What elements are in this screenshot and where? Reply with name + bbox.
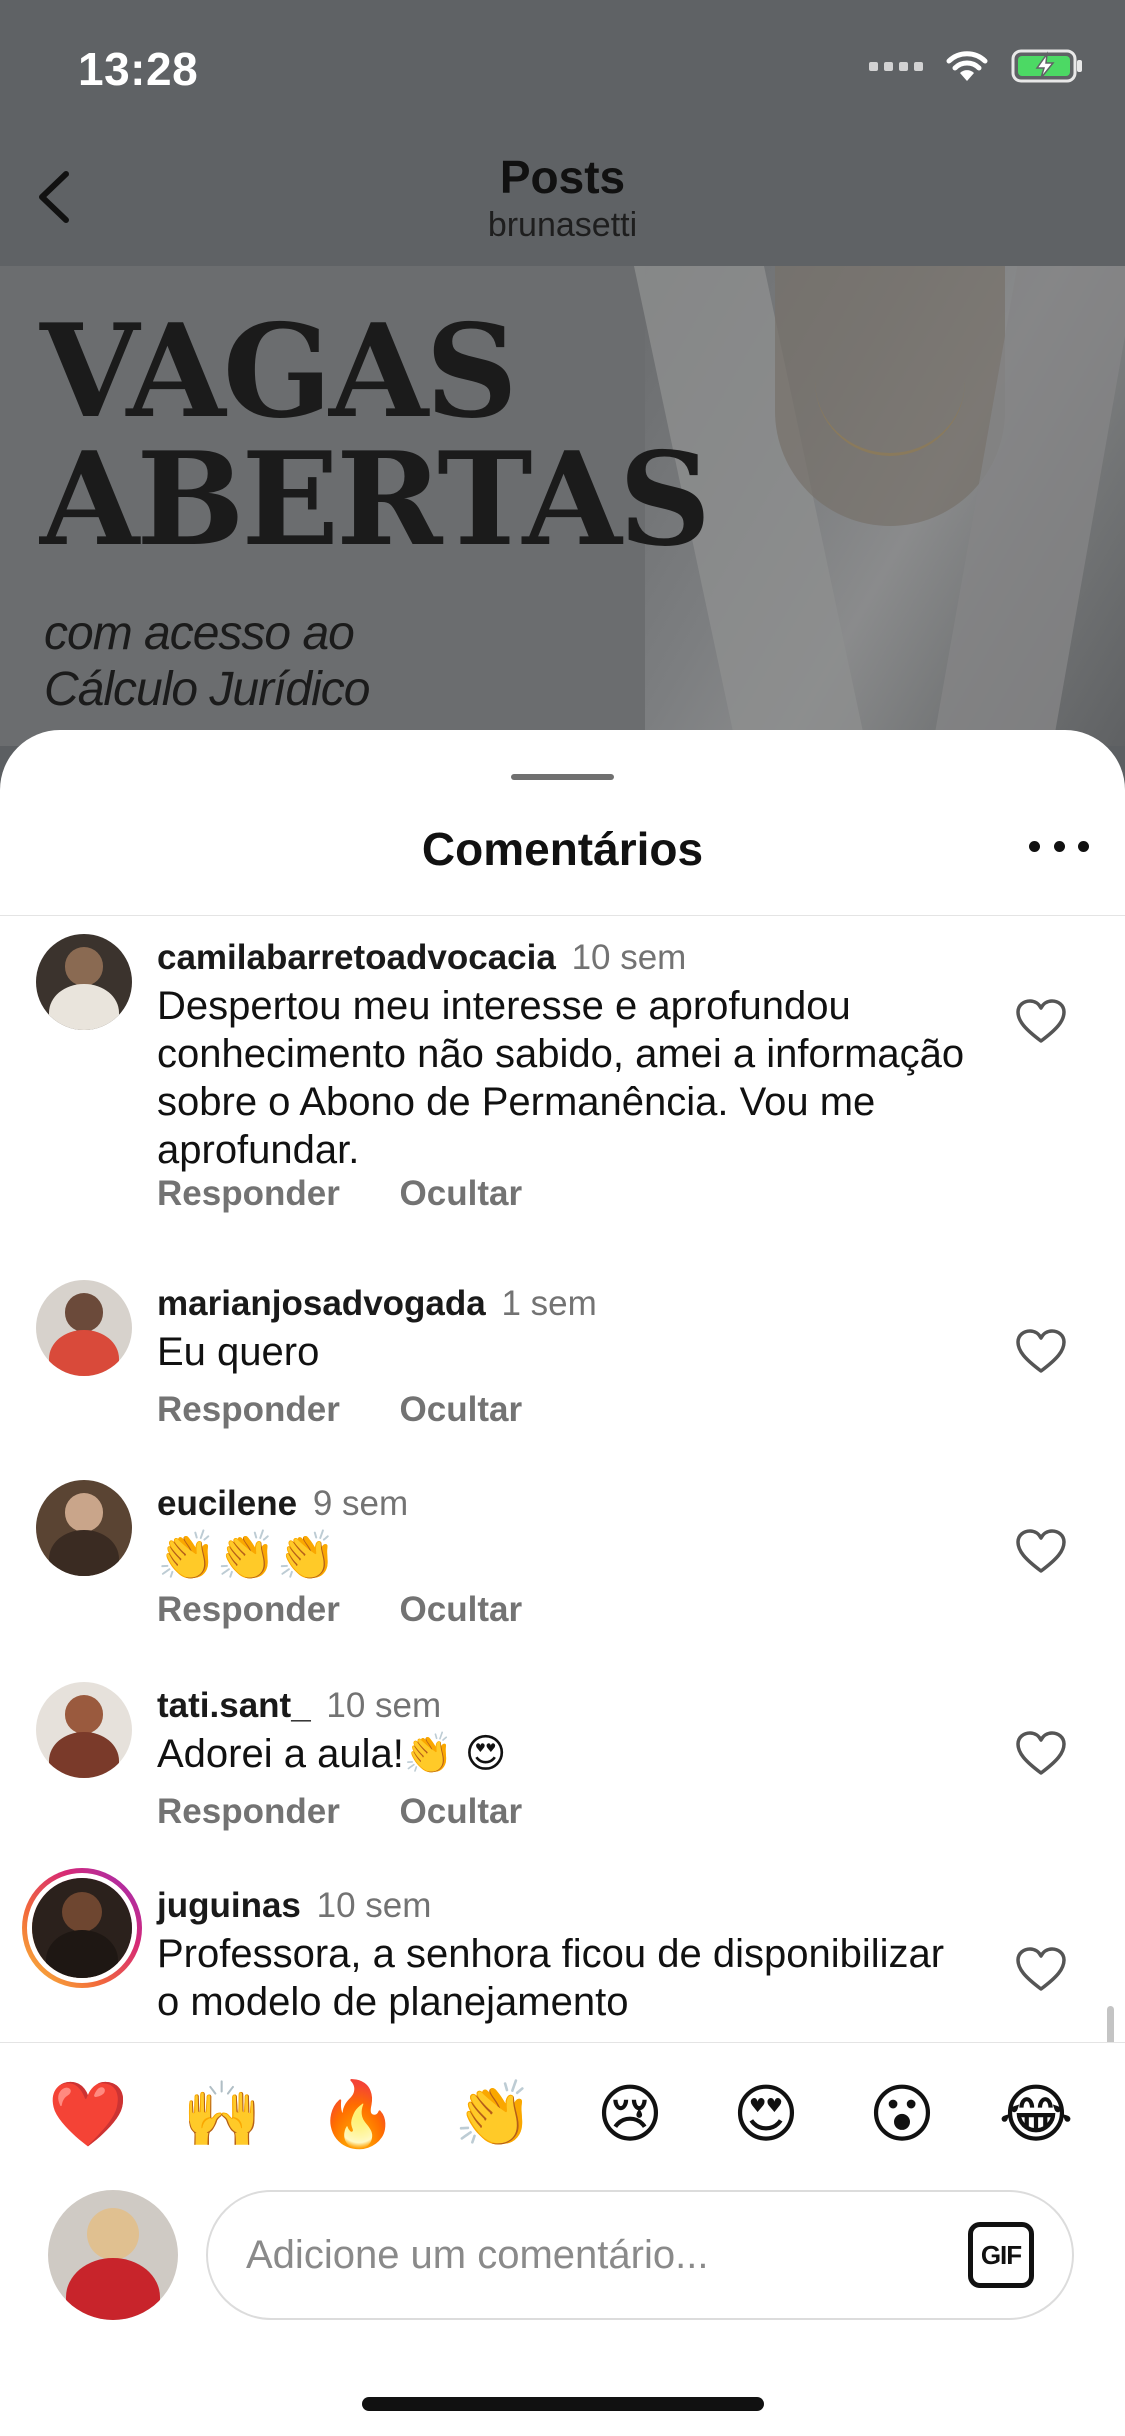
home-indicator <box>362 2397 764 2411</box>
reaction-crying[interactable]: 😢 <box>590 2074 670 2154</box>
gif-button[interactable]: GIF <box>968 2222 1034 2288</box>
comment-time: 10 sem <box>326 1686 442 1725</box>
comment-username[interactable]: eucilene <box>157 1484 297 1523</box>
post-subheadline-line2: Cálculo Jurídico <box>44 663 370 716</box>
post-headline: VAGAS ABERTAS <box>40 297 711 575</box>
comments-list[interactable]: camilabarretoadvocacia 10 sem Despertou … <box>0 916 1125 2042</box>
comment-actions: Responder Ocultar <box>157 1174 522 1214</box>
comment-text: 👏👏👏 <box>157 1530 337 1583</box>
comment-header: marianjosadvogada 1 sem <box>157 1284 597 1324</box>
hide-button[interactable]: Ocultar <box>400 1792 523 1832</box>
reply-button[interactable]: Responder <box>157 1590 340 1630</box>
comment-header: eucilene 9 sem <box>157 1484 408 1524</box>
reaction-clap[interactable]: 👏 <box>454 2074 534 2154</box>
post-headline-line2: ABERTAS <box>40 425 711 575</box>
reaction-raised-hands[interactable]: 🙌 <box>182 2074 262 2154</box>
comment-actions: Responder Ocultar <box>157 1390 522 1430</box>
reply-button[interactable]: Responder <box>157 1792 340 1832</box>
reaction-laughing[interactable]: 😂 <box>996 2074 1076 2154</box>
page-subtitle[interactable]: brunasetti <box>0 206 1125 245</box>
comment-time: 10 sem <box>571 938 687 977</box>
sheet-grabber[interactable] <box>511 774 614 780</box>
page-title: Posts <box>499 151 626 203</box>
comment-time: 1 sem <box>501 1284 597 1323</box>
comment-actions: Responder Ocultar <box>157 1792 522 1832</box>
comment-text: Despertou meu interesse e aprofundou con… <box>157 984 965 1172</box>
status-time: 13:28 <box>78 43 199 95</box>
reaction-surprised[interactable]: 😮 <box>862 2074 942 2154</box>
comment-text: Professora, a senhora ficou de disponibi… <box>157 1932 945 2024</box>
comments-sheet: Comentários camilabarretoadvocacia 10 se… <box>0 730 1125 2436</box>
wifi-icon <box>945 49 989 83</box>
cellular-signal-icon <box>869 61 923 71</box>
comment-input[interactable] <box>246 2192 886 2318</box>
reply-button[interactable]: Responder <box>157 1390 340 1430</box>
comment-header: juguinas 10 sem <box>157 1886 431 1926</box>
comment-text: Eu quero <box>157 1330 320 1374</box>
post-headline-line1: VAGAS <box>40 297 518 447</box>
battery-charging-icon <box>1011 48 1085 84</box>
comment-time: 9 sem <box>312 1484 409 1523</box>
reaction-heart[interactable]: ❤️ <box>48 2074 128 2154</box>
avatar-story-ring[interactable] <box>22 1868 142 1988</box>
like-heart-icon[interactable] <box>1015 1946 1067 1992</box>
divider <box>0 2042 1125 2043</box>
reaction-fire[interactable]: 🔥 <box>318 2074 398 2154</box>
post-subheadline-line1: com acesso ao <box>44 607 355 660</box>
nav-bar: Posts brunasetti <box>0 132 1125 266</box>
quick-reactions-bar: ❤️ 🙌 🔥 👏 😢 😍 😮 😂 <box>0 2074 1125 2154</box>
avatar[interactable] <box>36 1682 132 1778</box>
post-subheadline: com acesso ao Cálculo Jurídico <box>44 606 370 718</box>
like-heart-icon[interactable] <box>1015 1730 1067 1776</box>
avatar[interactable] <box>36 1280 132 1376</box>
reply-button[interactable]: Responder <box>157 1174 340 1214</box>
like-heart-icon[interactable] <box>1015 998 1067 1044</box>
sheet-title: Comentários <box>421 823 704 875</box>
comment-header: camilabarretoadvocacia 10 sem <box>157 938 686 978</box>
more-options-icon[interactable] <box>1029 834 1089 858</box>
reaction-heart-eyes[interactable]: 😍 <box>726 2074 806 2154</box>
comment-username[interactable]: marianjosadvogada <box>157 1284 486 1323</box>
comment-text: Adorei a aula!👏 😍 <box>157 1732 507 1776</box>
comment-username[interactable]: camilabarretoadvocacia <box>157 938 556 977</box>
comment-composer: GIF <box>206 2190 1074 2320</box>
comment-username[interactable]: juguinas <box>157 1886 301 1925</box>
comment-username[interactable]: tati.sant_ <box>157 1686 311 1725</box>
post-photo <box>633 266 1125 746</box>
avatar[interactable] <box>36 1480 132 1576</box>
hide-button[interactable]: Ocultar <box>400 1174 523 1214</box>
scrollbar[interactable] <box>1107 2006 1114 2042</box>
like-heart-icon[interactable] <box>1015 1528 1067 1574</box>
status-bar: 13:28 <box>0 0 1125 132</box>
avatar[interactable] <box>36 934 132 1030</box>
post-image: VAGAS ABERTAS com acesso ao Cálculo Jurí… <box>0 266 1125 746</box>
comment-header: tati.sant_ 10 sem <box>157 1686 441 1726</box>
comment-time: 10 sem <box>316 1886 432 1925</box>
current-user-avatar <box>48 2190 178 2320</box>
hide-button[interactable]: Ocultar <box>400 1590 523 1630</box>
status-icons <box>869 48 1085 84</box>
like-heart-icon[interactable] <box>1015 1328 1067 1374</box>
comment-actions: Responder Ocultar <box>157 1590 522 1630</box>
hide-button[interactable]: Ocultar <box>400 1390 523 1430</box>
